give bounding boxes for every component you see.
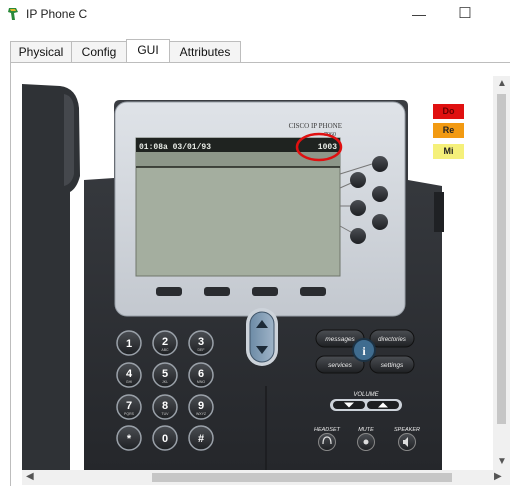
keypad-key-letters: PQRS [124, 412, 135, 416]
vertical-scrollbar[interactable]: ▲ ▼ [493, 76, 510, 470]
tab-physical[interactable]: Physical [10, 41, 72, 62]
keypad-key-label: 9 [198, 400, 204, 412]
mute-label: MUTE [358, 427, 374, 433]
keypad-key-label: 8 [162, 400, 168, 412]
messages-label: messages [325, 336, 355, 343]
keypad-key-letters: GHI [126, 380, 132, 384]
tab-gui[interactable]: GUI [126, 39, 170, 63]
line-button-5[interactable] [372, 214, 388, 230]
navigation-button[interactable] [249, 311, 275, 363]
dnd-indicator: Do [433, 104, 464, 119]
mute-icon [363, 439, 369, 445]
tab-config[interactable]: Config [71, 41, 127, 62]
tab-attributes[interactable]: Attributes [169, 41, 241, 62]
app-icon [8, 8, 18, 20]
screen-extension: 1003 [318, 143, 337, 152]
line-button-3[interactable] [372, 186, 388, 202]
settings-label: settings [381, 362, 404, 369]
ip-phone: CISCO IP PHONE 7 9 6 0 01:08a 03/01/93 1003 [22, 84, 444, 470]
maximize-button[interactable]: ☐ [451, 4, 479, 24]
volume-label: VOLUME [353, 392, 379, 398]
headset-button[interactable] [318, 433, 336, 451]
brand-label: CISCO IP PHONE [289, 122, 342, 130]
keypad-key-letters: JKL [162, 380, 168, 384]
speaker-label: SPEAKER [394, 427, 420, 433]
softkey-1[interactable] [156, 287, 182, 296]
directories-label: directories [378, 337, 406, 343]
keypad-key-label: 5 [162, 368, 168, 380]
keypad-key-label: 7 [126, 400, 132, 412]
phone-viewport: CISCO IP PHONE 7 9 6 0 01:08a 03/01/93 1003 [22, 76, 492, 470]
horizontal-scrollbar[interactable]: ◀ ▶ [22, 470, 510, 485]
services-label: services [328, 362, 353, 369]
horizontal-scroll-thumb[interactable] [152, 473, 452, 482]
keypad-key-label: 2 [162, 336, 168, 348]
line-button-4[interactable] [350, 200, 366, 216]
keypad-key-letters: MNO [197, 380, 205, 384]
line-button-6[interactable] [350, 228, 366, 244]
line-button-2[interactable] [350, 172, 366, 188]
keypad-key-label: 3 [198, 336, 204, 348]
headset-label: HEADSET [314, 427, 341, 433]
softkey-3[interactable] [252, 287, 278, 296]
keypad-key-letters: DEF [198, 348, 205, 352]
keypad-key-label: * [127, 433, 132, 445]
scroll-left-icon[interactable]: ◀ [26, 471, 34, 482]
vertical-scroll-thumb[interactable] [497, 94, 506, 424]
window-title: IP Phone C [26, 7, 88, 21]
reply-indicator: Re [433, 123, 464, 138]
title-bar: IP Phone C — ☐ [0, 0, 510, 30]
keypad-key-letters: WXYZ [196, 412, 207, 416]
screen-datetime: 01:08a 03/01/93 [139, 143, 211, 152]
keypad-key-label: 1 [126, 338, 132, 350]
missed-indicator: Mi [433, 144, 464, 159]
softkey-2[interactable] [204, 287, 230, 296]
scroll-right-icon[interactable]: ▶ [494, 471, 502, 482]
keypad-key-letters: TUV [162, 412, 170, 416]
keypad-key-letters: ABC [161, 348, 169, 352]
scroll-down-icon[interactable]: ▼ [497, 456, 507, 467]
keypad-key-label: 6 [198, 368, 204, 380]
keypad-key-label: 4 [126, 368, 133, 380]
line-button-1[interactable] [372, 156, 388, 172]
softkey-4[interactable] [300, 287, 326, 296]
scroll-up-icon[interactable]: ▲ [497, 78, 507, 89]
keypad-key-label: 0 [162, 433, 168, 445]
keypad-key-label: # [198, 433, 204, 445]
minimize-button[interactable]: — [405, 4, 433, 24]
